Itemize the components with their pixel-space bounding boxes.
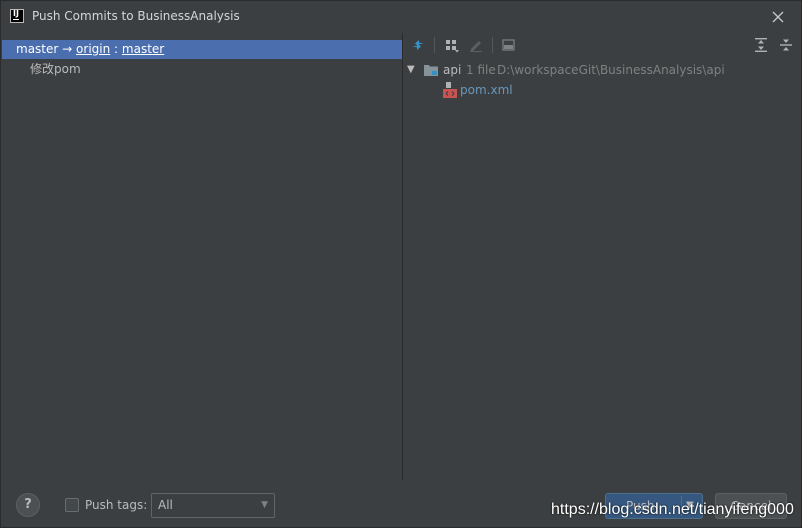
branch-separator: : [114, 42, 119, 56]
folder-file-count: 1 file [466, 63, 496, 77]
branch-row-master[interactable]: master → origin : master [2, 40, 402, 59]
push-tags-select[interactable]: All ▼ [151, 493, 275, 518]
collapse-all-icon [780, 39, 792, 51]
help-button[interactable]: ? [16, 493, 40, 517]
dialog-title: Push Commits to BusinessAnalysis [32, 9, 240, 23]
push-tags-select-value: All [158, 498, 173, 512]
arrow-icon: → [62, 42, 73, 56]
intellij-app-icon: IJ [10, 9, 24, 23]
changes-toolbar [403, 33, 801, 57]
folder-path: D:\workspaceGit\BusinessAnalysis\api [497, 63, 725, 77]
push-commits-dialog: IJ Push Commits to BusinessAnalysis mast… [0, 0, 802, 528]
toolbar-separator [492, 37, 493, 53]
remote-branch-link[interactable]: master [122, 42, 164, 56]
commits-pane: master → origin : master 修改pom [2, 33, 402, 480]
file-name: pom.xml [460, 83, 513, 97]
edit-source-button[interactable] [468, 37, 484, 53]
folder-name: api [443, 63, 462, 77]
edit-icon [470, 41, 482, 52]
changes-pane: ▼ api 1 file D:\workspaceGit\BusinessAna… [403, 33, 801, 480]
expand-arrow-icon[interactable]: ▼ [407, 61, 415, 79]
push-tags-checkbox[interactable] [65, 498, 79, 512]
title-bar: IJ Push Commits to BusinessAnalysis [1, 1, 801, 32]
show-diff-icon [412, 40, 424, 50]
commit-details-button[interactable] [501, 37, 517, 53]
push-tags-label[interactable]: Push tags: [85, 498, 147, 512]
watermark-text: https://blog.csdn.net/tianyifeng000 [551, 501, 794, 518]
close-icon [772, 11, 784, 23]
show-diff-button[interactable] [410, 37, 426, 53]
expand-all-icon [755, 38, 767, 52]
chevron-down-icon: ▼ [261, 500, 268, 510]
commit-details-icon [502, 39, 515, 51]
group-by-icon [446, 40, 459, 53]
tree-folder-row[interactable]: ▼ api 1 file D:\workspaceGit\BusinessAna… [403, 61, 801, 79]
commit-item[interactable]: 修改pom [30, 61, 81, 78]
tree-file-row[interactable]: pom.xml [403, 81, 801, 99]
remote-link[interactable]: origin [76, 42, 110, 56]
expand-all-button[interactable] [753, 37, 769, 53]
maven-file-icon [443, 82, 457, 98]
close-button[interactable] [767, 6, 789, 28]
toolbar-separator [434, 37, 435, 53]
local-branch: master [16, 42, 59, 56]
collapse-all-button[interactable] [778, 37, 794, 53]
folder-icon [424, 65, 438, 76]
group-by-button[interactable] [444, 37, 460, 53]
